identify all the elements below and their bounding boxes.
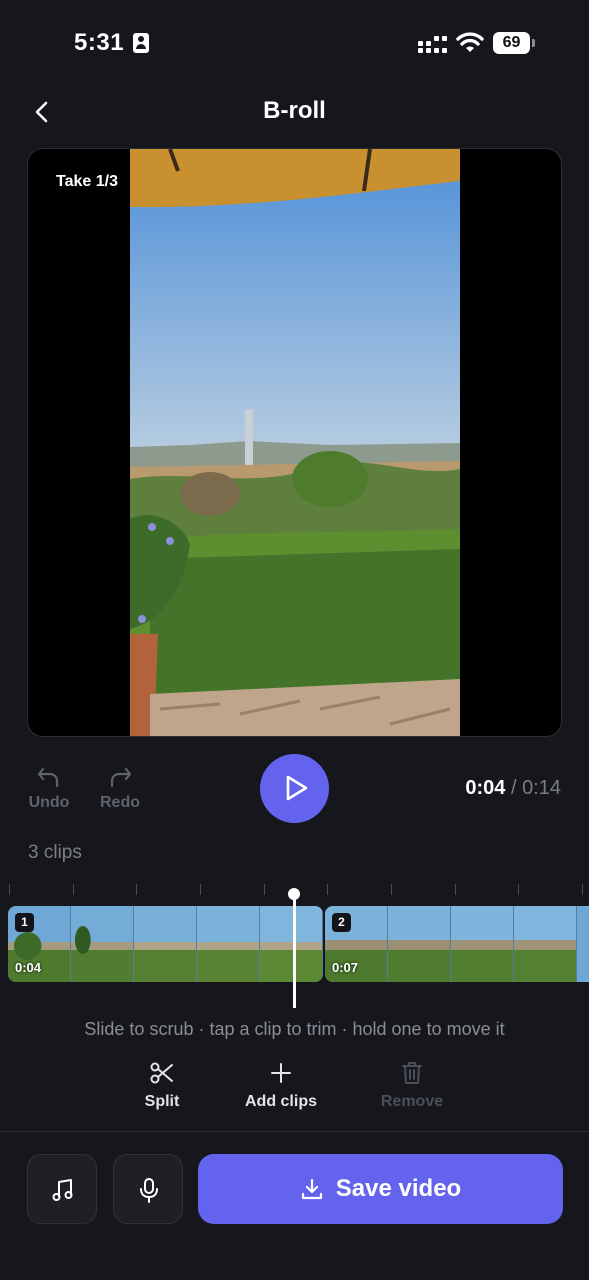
video-frame (130, 149, 460, 736)
time-readout: 0:04 / 0:14 (465, 777, 561, 800)
music-button[interactable] (27, 1154, 97, 1224)
redo-label: Redo (100, 794, 140, 811)
playhead-line (293, 894, 296, 1008)
current-time: 0:04 (465, 777, 506, 799)
playhead[interactable] (288, 888, 300, 1008)
status-time: 5:31 (74, 29, 125, 56)
undo-icon (37, 767, 59, 788)
clip-thumbnail (134, 906, 197, 982)
total-time: 0:14 (522, 777, 561, 799)
clip-index: 1 (15, 913, 34, 932)
wifi-icon (456, 32, 484, 52)
split-button[interactable]: Split (130, 1060, 194, 1111)
take-label: Take 1/3 (56, 173, 118, 190)
trash-icon (402, 1062, 422, 1084)
clip-thumbnail (514, 906, 577, 982)
split-label: Split (144, 1093, 180, 1110)
clip-thumbnail (388, 906, 451, 982)
cellular-signal-icon (418, 34, 448, 54)
remove-button[interactable]: Remove (372, 1060, 452, 1111)
microphone-icon (140, 1178, 158, 1203)
clip-duration: 0:07 (332, 960, 359, 975)
clip-index: 2 (332, 913, 351, 932)
undo-button[interactable]: Undo (19, 766, 79, 812)
person-badge-icon (133, 33, 149, 53)
clips-count: 3 clips (28, 842, 82, 863)
voiceover-button[interactable] (113, 1154, 183, 1224)
add-clips-label: Add clips (244, 1093, 317, 1110)
play-button[interactable] (260, 754, 329, 823)
clip-duration: 0:04 (15, 960, 42, 975)
scrub-hint: Slide to scrub · tap a clip to trim · ho… (84, 1019, 505, 1039)
page-title: B-roll (263, 97, 326, 124)
playhead-knob[interactable] (288, 888, 300, 900)
download-icon (301, 1178, 322, 1200)
save-video-label: Save video (335, 1175, 462, 1202)
save-video-button[interactable]: Save video (198, 1154, 563, 1224)
music-note-icon (52, 1179, 73, 1201)
clip-thumbnail (197, 906, 260, 982)
redo-icon (110, 767, 132, 788)
video-preview[interactable]: Take 1/3 (27, 148, 562, 737)
status-bar: 5:31 69 (0, 0, 589, 88)
battery-icon: 69 (493, 32, 535, 54)
clip-thumbnail (71, 906, 134, 982)
remove-label: Remove (380, 1093, 444, 1110)
plus-icon (271, 1063, 291, 1083)
undo-label: Undo (28, 794, 70, 811)
scissors-icon (150, 1062, 173, 1084)
add-clips-button[interactable]: Add clips (236, 1060, 326, 1111)
timeline-clip-1[interactable]: 1 0:04 (8, 906, 323, 982)
redo-button[interactable]: Redo (90, 766, 150, 812)
play-icon (286, 775, 308, 801)
time-separator: / (510, 777, 517, 799)
divider (0, 1131, 589, 1132)
clip-thumbnail (451, 906, 514, 982)
timeline-clip-2[interactable]: 2 0:07 (325, 906, 589, 982)
